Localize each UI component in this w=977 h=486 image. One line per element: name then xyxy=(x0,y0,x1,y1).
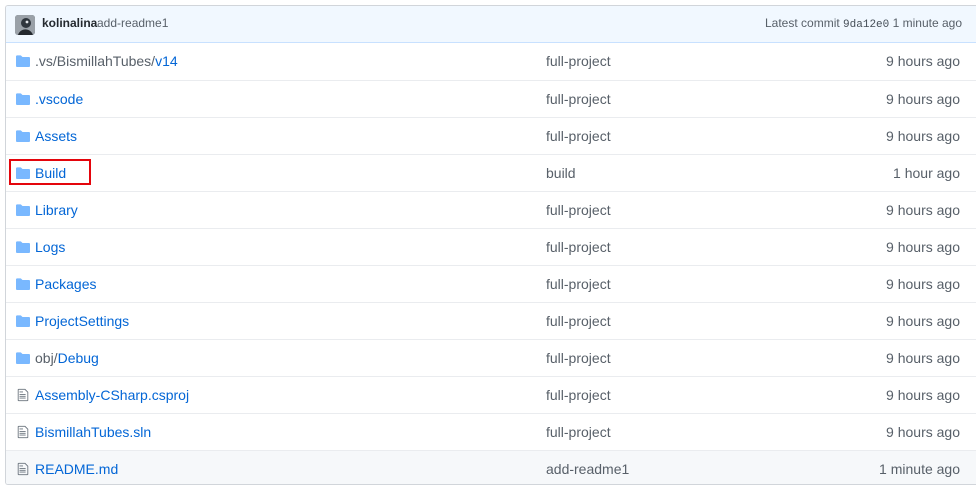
file-icon xyxy=(16,388,30,402)
file-row: obj/Debug full-project 9 hours ago xyxy=(6,339,976,376)
file-name-text: Build xyxy=(35,165,67,181)
folder-icon xyxy=(16,203,30,217)
folder-icon xyxy=(16,314,30,328)
file-name-link[interactable]: README.md xyxy=(35,461,118,477)
folder-icon xyxy=(16,277,30,291)
file-row: README.md add-readme1 1 minute ago xyxy=(6,450,976,484)
file-row: BismillahTubes.sln full-project 9 hours ag… xyxy=(6,413,976,450)
commit-age: 9 hours ago xyxy=(886,350,960,366)
commit-message-link[interactable]: full-project xyxy=(546,91,611,107)
commit-message-link[interactable]: full-project xyxy=(546,387,611,403)
file-name-link[interactable]: BismillahTubes.sln xyxy=(35,424,151,440)
folder-icon xyxy=(16,240,30,254)
file-rows: .vs/BismillahTubes/v14 full-project 9 hour… xyxy=(6,43,976,484)
latest-commit-info: Latest commit 9da12e0 1 minute ago xyxy=(765,16,962,31)
commit-message-link[interactable]: add-readme1 xyxy=(97,16,168,30)
commit-message-link[interactable]: full-project xyxy=(546,53,611,69)
commit-age: 9 hours ago xyxy=(886,313,960,329)
file-row: .vs/BismillahTubes/v14 full-project 9 hour… xyxy=(6,43,976,80)
commit-message-link[interactable]: full-project xyxy=(546,202,611,218)
file-name-prefix: obj/ xyxy=(35,350,58,366)
file-name-prefix: .vs/BismillahTubes/ xyxy=(35,53,156,69)
commit-message-link[interactable]: full-project xyxy=(546,128,611,144)
commit-age: 9 hours ago xyxy=(886,53,960,69)
folder-icon xyxy=(16,351,30,365)
file-name-link[interactable]: .vs/BismillahTubes/v14 xyxy=(35,53,178,69)
file-name-text: ProjectSettings xyxy=(35,313,130,329)
file-row: Assets full-project 9 hours ago xyxy=(6,117,976,154)
avatar[interactable] xyxy=(15,15,35,35)
file-name-link[interactable]: .vscode xyxy=(35,91,83,107)
commit-message-link[interactable]: full-project xyxy=(546,276,611,292)
commit-author-link[interactable]: kolinalina xyxy=(42,16,97,30)
file-row: .vscode full-project 9 hours ago xyxy=(6,80,976,117)
file-row: Assembly-CSharp.csproj full-project 9 hour… xyxy=(6,376,976,413)
commit-age: 9 hours ago xyxy=(886,424,960,440)
file-name-text: Library xyxy=(35,202,78,218)
file-row: Library full-project 9 hours ago xyxy=(6,191,976,228)
commit-age: 9 hours ago xyxy=(886,239,960,255)
folder-icon xyxy=(16,129,30,143)
folder-icon xyxy=(16,54,30,68)
commit-age: 1 minute ago xyxy=(879,461,960,477)
commit-message-link[interactable]: build xyxy=(546,165,576,181)
file-name-text: README.md xyxy=(35,461,119,477)
file-name-link[interactable]: Build xyxy=(35,165,66,181)
file-row: ProjectSettings full-project 9 hours ago xyxy=(6,302,976,339)
file-icon xyxy=(16,462,30,476)
commit-time: 1 minute ago xyxy=(892,16,962,30)
file-row: Packages full-project 9 hours ago xyxy=(6,265,976,302)
file-name-text: .vscode xyxy=(35,91,84,107)
commit-age: 1 hour ago xyxy=(893,165,960,181)
file-name-text: Assets xyxy=(35,128,78,144)
commit-age: 9 hours ago xyxy=(886,276,960,292)
latest-commit-label: Latest commit xyxy=(765,16,840,30)
commit-sha-link[interactable]: 9da12e0 xyxy=(843,19,889,31)
commit-message-link[interactable]: add-readme1 xyxy=(546,461,629,477)
file-name-text: Debug xyxy=(57,350,99,366)
file-row: Build build 1 hour ago xyxy=(6,154,976,191)
commit-age: 9 hours ago xyxy=(886,128,960,144)
latest-commit-bar: kolinalina add-readme1 Latest commit 9da… xyxy=(6,6,976,43)
commit-message-link[interactable]: full-project xyxy=(546,424,611,440)
file-name-link[interactable]: Assembly-CSharp.csproj xyxy=(35,387,189,403)
commit-age: 9 hours ago xyxy=(886,91,960,107)
file-name-link[interactable]: Library xyxy=(35,202,78,218)
file-name-link[interactable]: Logs xyxy=(35,239,65,255)
file-name-link[interactable]: Packages xyxy=(35,276,96,292)
commit-message-link[interactable]: full-project xyxy=(546,313,611,329)
file-name-text: Assembly-CSharp.csproj xyxy=(35,387,190,403)
file-name-text: v14 xyxy=(155,53,178,69)
file-name-link[interactable]: obj/Debug xyxy=(35,350,99,366)
file-name-link[interactable]: Assets xyxy=(35,128,77,144)
commit-age: 9 hours ago xyxy=(886,202,960,218)
file-name-text: Logs xyxy=(35,239,66,255)
file-row: Logs full-project 9 hours ago xyxy=(6,228,976,265)
file-name-text: Packages xyxy=(35,276,97,292)
file-icon xyxy=(16,425,30,439)
commit-age: 9 hours ago xyxy=(886,387,960,403)
folder-icon xyxy=(16,92,30,106)
commit-message-link[interactable]: full-project xyxy=(546,350,611,366)
file-name-link[interactable]: ProjectSettings xyxy=(35,313,129,329)
file-list-box: kolinalina add-readme1 Latest commit 9da… xyxy=(5,5,976,485)
file-name-text: BismillahTubes.sln xyxy=(35,424,152,440)
commit-message-link[interactable]: full-project xyxy=(546,239,611,255)
